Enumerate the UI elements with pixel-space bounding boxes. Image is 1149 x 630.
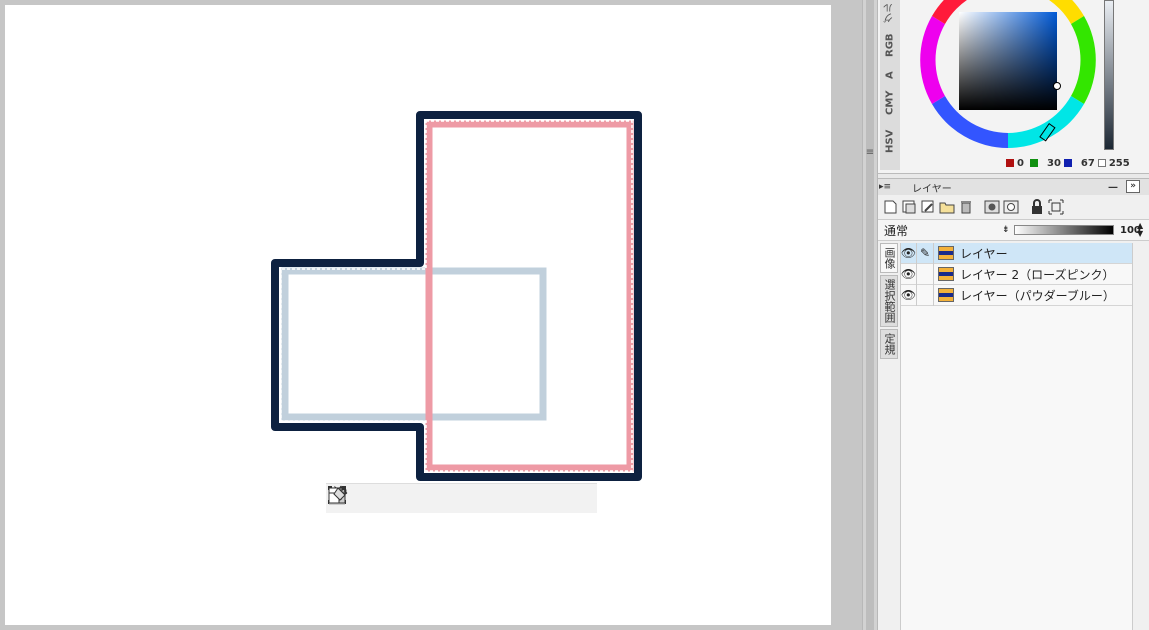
- layer-row[interactable]: 👁 レイヤー 2（ローズピンク）: [901, 263, 1132, 285]
- layer-name: レイヤー（パウダーブルー）: [960, 288, 1115, 303]
- powder-blue-rect: [281, 267, 547, 421]
- canvas-area[interactable]: [0, 0, 862, 630]
- blue-value: 67: [1080, 157, 1095, 169]
- pen-slot[interactable]: [917, 263, 934, 285]
- alpha-value: 255: [1108, 157, 1130, 169]
- layer-thumbnail: [938, 246, 954, 260]
- pen-slot[interactable]: [917, 284, 934, 306]
- layer-panel: ▸≡ レイヤー — » 通常 ⇟ 100 ▲ ▼ 画像 選択範囲 定規 👁 ✎ …: [878, 178, 1149, 630]
- new-layer-icon[interactable]: [882, 199, 898, 215]
- layer-row[interactable]: 👁 レイヤー（パウダーブルー）: [901, 284, 1132, 306]
- select-border-icon[interactable]: [328, 486, 478, 512]
- tab-cmy[interactable]: CMY: [880, 86, 900, 120]
- layer-row[interactable]: 👁 ✎ レイヤー: [901, 242, 1132, 264]
- new-raster-layer-icon[interactable]: [901, 199, 917, 215]
- sv-picker-marker[interactable]: [1053, 82, 1061, 90]
- layer-thumbnail: [938, 288, 954, 302]
- blue-swatch: [1063, 159, 1072, 167]
- selection-outline: [271, 111, 642, 481]
- blend-dropdown-icon[interactable]: ⇟: [1002, 225, 1010, 235]
- new-vector-layer-icon[interactable]: [920, 199, 936, 215]
- tab-ruler[interactable]: 定規: [880, 329, 898, 359]
- canvas-scrollbar[interactable]: [866, 0, 874, 630]
- value-slider[interactable]: [1104, 0, 1114, 150]
- selection-toolbar: [326, 483, 597, 513]
- eye-icon[interactable]: 👁: [901, 242, 917, 264]
- layer-name: レイヤー 2（ローズピンク）: [960, 267, 1115, 282]
- new-folder-icon[interactable]: [939, 199, 955, 215]
- canvas-drawing: [271, 111, 642, 481]
- tab-image[interactable]: 画像: [880, 243, 898, 273]
- delete-layer-icon[interactable]: [958, 199, 974, 215]
- pen-icon[interactable]: ✎: [917, 242, 934, 264]
- red-value: 0: [1017, 157, 1024, 169]
- green-value: 30: [1047, 157, 1061, 169]
- drawing-canvas[interactable]: [5, 5, 831, 625]
- blend-row: 通常 ⇟ 100 ▲ ▼: [878, 219, 1149, 241]
- tab-a[interactable]: A: [880, 64, 900, 86]
- opacity-spinner-icon[interactable]: ▲ ▼: [1137, 222, 1143, 238]
- layer-side-tabs: 画像 選択範囲 定規: [880, 243, 898, 383]
- layer-titlebar: ▸≡ レイヤー — »: [878, 179, 1149, 195]
- color-wheel[interactable]: [918, 0, 1104, 156]
- layer-panel-title: レイヤー: [912, 183, 952, 195]
- green-swatch: [1030, 159, 1038, 167]
- blend-mode-select[interactable]: 通常: [884, 222, 908, 239]
- mask-enable-icon[interactable]: [1003, 199, 1019, 215]
- panel-divider[interactable]: ≡: [862, 0, 878, 630]
- color-values: 0 30 67 255: [1006, 156, 1130, 170]
- tab-group[interactable]: グル: [880, 0, 900, 26]
- alpha-swatch: [1097, 159, 1106, 167]
- move-icon[interactable]: [328, 485, 567, 512]
- layer-toolbar: [882, 197, 1064, 217]
- color-mode-tabs: HSV CMY A RGB グル: [880, 0, 900, 170]
- layer-list: 👁 ✎ レイヤー 👁 レイヤー 2（ローズピンク） 👁 レイヤー（パウダーブルー…: [900, 242, 1132, 630]
- opacity-slider[interactable]: [1014, 225, 1114, 235]
- app-window: ≡ HSV CMY A RGB グル 0 30 67 255 ▸≡ レイヤー —…: [0, 0, 1149, 630]
- saturation-shade: [959, 12, 1057, 110]
- grip-icon[interactable]: ≡: [865, 148, 875, 158]
- red-swatch: [1006, 159, 1014, 167]
- tab-hsv[interactable]: HSV: [880, 118, 900, 164]
- layer-name: レイヤー: [960, 246, 1008, 261]
- eye-icon[interactable]: 👁: [901, 263, 917, 285]
- layer-scrollbar[interactable]: [1132, 243, 1147, 630]
- fill-bucket-icon[interactable]: [328, 486, 597, 512]
- select-transform-icon[interactable]: [328, 486, 388, 512]
- copy-icon[interactable]: [328, 485, 507, 512]
- collapse-icon[interactable]: »: [1126, 180, 1140, 193]
- layer-mask-icon[interactable]: [984, 199, 1000, 215]
- tab-rgb[interactable]: RGB: [880, 28, 900, 62]
- color-panel: HSV CMY A RGB グル 0 30 67 255: [878, 0, 1149, 174]
- minimize-icon[interactable]: —: [1108, 182, 1118, 193]
- select-fill-icon[interactable]: [328, 486, 448, 512]
- layer-thumbnail: [938, 267, 954, 281]
- side-panel: HSV CMY A RGB グル 0 30 67 255 ▸≡ レイヤー — »…: [878, 0, 1149, 630]
- lock-icon[interactable]: [1029, 199, 1045, 215]
- eye-icon[interactable]: 👁: [901, 284, 917, 306]
- panel-menu-icon[interactable]: ▸≡: [878, 182, 892, 192]
- select-invert-icon[interactable]: [328, 486, 418, 512]
- paste-icon[interactable]: [328, 486, 537, 512]
- tab-selection[interactable]: 選択範囲: [880, 275, 898, 327]
- fit-canvas-icon[interactable]: [1048, 199, 1064, 215]
